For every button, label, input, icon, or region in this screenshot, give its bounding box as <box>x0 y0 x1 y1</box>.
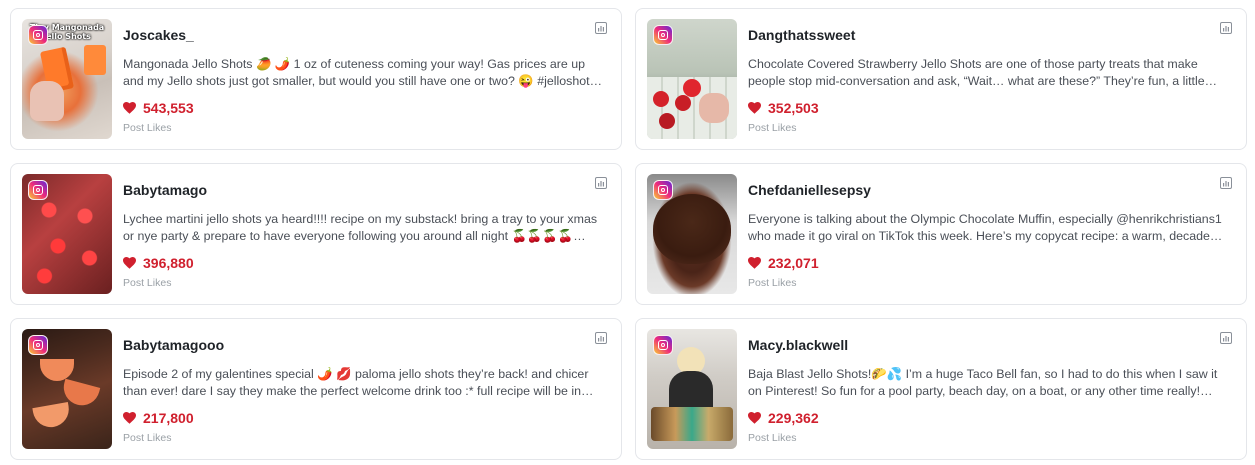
strawberry-shot-image <box>653 91 669 107</box>
instagram-icon <box>28 335 48 355</box>
bar-chart-icon[interactable] <box>1220 177 1232 189</box>
likes-label: Post Likes <box>748 277 797 289</box>
likes-row: 396,880 <box>123 255 194 271</box>
likes-count: 217,800 <box>143 410 194 426</box>
likes-row: 352,503 <box>748 100 819 116</box>
hand-image <box>30 81 64 121</box>
post-grid: Tiny Mangonada Jello Shots Joscakes_ Man… <box>0 0 1255 465</box>
likes-label: Post Likes <box>748 432 797 444</box>
heart-icon <box>748 412 761 424</box>
strawberry-shot-image <box>675 95 691 111</box>
instagram-icon <box>653 335 673 355</box>
account-name[interactable]: Chefdaniellesepsy <box>748 182 871 198</box>
post-thumbnail[interactable] <box>647 329 737 449</box>
person-body-image <box>669 371 713 411</box>
likes-label: Post Likes <box>748 122 797 134</box>
heart-icon <box>748 257 761 269</box>
post-caption: Mangonada Jello Shots 🥭 🌶️ 1 oz of cuten… <box>123 57 596 92</box>
post-caption: Episode 2 of my galentines special 🌶️ 💋 … <box>123 367 589 402</box>
post-thumbnail[interactable]: Tiny Mangonada Jello Shots <box>22 19 112 139</box>
hand-image <box>699 93 729 123</box>
post-thumbnail[interactable] <box>647 19 737 139</box>
post-caption: Chocolate Covered Strawberry Jello Shots… <box>748 57 1205 92</box>
bar-chart-icon[interactable] <box>595 332 607 344</box>
likes-row: 217,800 <box>123 410 194 426</box>
post-caption: Baja Blast Jello Shots!🌮💦 I’m a huge Tac… <box>748 367 1218 402</box>
account-name[interactable]: Dangthatssweet <box>748 27 855 43</box>
likes-count: 352,503 <box>768 100 819 116</box>
instagram-icon <box>653 180 673 200</box>
instagram-icon <box>28 180 48 200</box>
post-caption: Lychee martini jello shots ya heard!!!! … <box>123 212 598 247</box>
likes-row: 232,071 <box>748 255 819 271</box>
likes-count: 229,362 <box>768 410 819 426</box>
instagram-icon <box>653 25 673 45</box>
account-name[interactable]: Babytamago <box>123 182 207 198</box>
jello-slice-image <box>32 402 72 430</box>
bar-chart-icon[interactable] <box>595 177 607 189</box>
instagram-icon <box>28 25 48 45</box>
heart-icon <box>123 102 136 114</box>
post-card[interactable]: Tiny Mangonada Jello Shots Joscakes_ Man… <box>10 8 622 150</box>
strawberry-shot-image <box>683 79 701 97</box>
post-card[interactable]: Macy.blackwell Baja Blast Jello Shots!🌮💦… <box>635 318 1247 460</box>
heart-icon <box>748 102 761 114</box>
post-card[interactable]: Dangthatssweet Chocolate Covered Strawbe… <box>635 8 1247 150</box>
likes-count: 232,071 <box>768 255 819 271</box>
platter-image <box>651 407 733 441</box>
heart-icon <box>123 412 136 424</box>
likes-label: Post Likes <box>123 277 172 289</box>
post-thumbnail[interactable] <box>647 174 737 294</box>
account-name[interactable]: Macy.blackwell <box>748 337 848 353</box>
bar-chart-icon[interactable] <box>1220 22 1232 34</box>
jello-shot-image <box>84 45 106 75</box>
strawberry-shot-image <box>659 113 675 129</box>
post-card[interactable]: Babytamagooo Episode 2 of my galentines … <box>10 318 622 460</box>
likes-count: 543,553 <box>143 100 194 116</box>
post-card[interactable]: Chefdaniellesepsy Everyone is talking ab… <box>635 163 1247 305</box>
account-name[interactable]: Joscakes_ <box>123 27 194 43</box>
likes-row: 543,553 <box>123 100 194 116</box>
muffin-image <box>653 194 731 264</box>
post-card[interactable]: Babytamago Lychee martini jello shots ya… <box>10 163 622 305</box>
post-thumbnail[interactable] <box>22 329 112 449</box>
post-caption: Everyone is talking about the Olympic Ch… <box>748 212 1222 247</box>
account-name[interactable]: Babytamagooo <box>123 337 224 353</box>
likes-label: Post Likes <box>123 122 172 134</box>
jello-slice-image <box>40 359 74 381</box>
bar-chart-icon[interactable] <box>595 22 607 34</box>
bar-chart-icon[interactable] <box>1220 332 1232 344</box>
likes-row: 229,362 <box>748 410 819 426</box>
heart-icon <box>123 257 136 269</box>
likes-count: 396,880 <box>143 255 194 271</box>
likes-label: Post Likes <box>123 432 172 444</box>
post-thumbnail[interactable] <box>22 174 112 294</box>
